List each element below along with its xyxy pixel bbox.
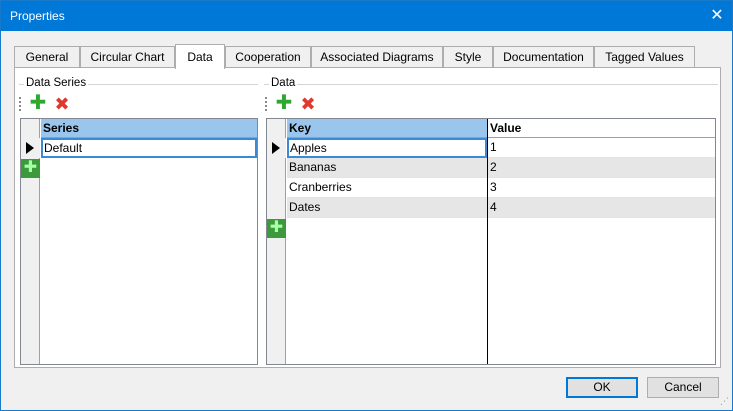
row-arrow-icon: [26, 142, 34, 154]
series-toolbar: ✚ ✖: [19, 93, 79, 114]
data-series-group-title: Data Series: [24, 77, 89, 89]
key-cell[interactable]: Apples: [287, 138, 487, 158]
tab-general[interactable]: General: [14, 46, 80, 68]
data-grid[interactable]: Key Value Apples 1 Bananas 2 Cranberries…: [266, 118, 716, 365]
value-column-header[interactable]: Value: [488, 119, 715, 138]
key-column-header[interactable]: Key: [287, 119, 487, 138]
delete-data-x-icon[interactable]: ✖: [299, 95, 317, 113]
properties-dialog: Properties ✕ General Circular Chart Data…: [0, 0, 733, 411]
cancel-button[interactable]: Cancel: [647, 377, 719, 398]
resize-grip-icon[interactable]: ⋰: [720, 396, 729, 407]
key-cell[interactable]: Dates: [287, 198, 487, 218]
series-column-header[interactable]: Series: [41, 119, 257, 138]
new-row-plus-icon[interactable]: ✚: [21, 159, 40, 178]
close-icon[interactable]: ✕: [702, 1, 732, 31]
tab-style[interactable]: Style: [443, 46, 493, 68]
key-cell[interactable]: Cranberries: [287, 178, 487, 198]
data-group-title: Data: [269, 77, 298, 89]
tab-cooperation[interactable]: Cooperation: [225, 46, 311, 68]
title-bar: Properties ✕: [1, 1, 732, 31]
value-cell[interactable]: 3: [488, 178, 715, 198]
value-cell[interactable]: 2: [488, 158, 715, 178]
tab-tagged-values[interactable]: Tagged Values: [594, 46, 695, 68]
new-row-plus-icon[interactable]: ✚: [267, 219, 286, 238]
ok-button[interactable]: OK: [566, 377, 638, 398]
current-row-indicator: [21, 138, 40, 158]
current-row-indicator: [267, 138, 286, 158]
value-cell[interactable]: 1: [488, 138, 715, 158]
delete-series-x-icon[interactable]: ✖: [53, 95, 71, 113]
add-series-plus-icon[interactable]: ✚: [29, 93, 47, 113]
tab-data[interactable]: Data: [175, 44, 225, 69]
window-title: Properties: [10, 9, 65, 23]
series-cell[interactable]: Default: [41, 138, 257, 158]
data-toolbar: ✚ ✖: [265, 93, 325, 114]
value-cell[interactable]: 4: [488, 198, 715, 218]
tab-associated-diagrams[interactable]: Associated Diagrams: [311, 46, 443, 68]
add-data-plus-icon[interactable]: ✚: [275, 93, 293, 113]
group-divider: [264, 84, 718, 85]
series-grid[interactable]: Series Default ✚: [20, 118, 258, 365]
toolbar-grip: [19, 97, 21, 111]
tab-circular-chart[interactable]: Circular Chart: [80, 46, 175, 68]
data-tab-panel: Data Series ✚ ✖ Series Default ✚ Data ✚ …: [14, 67, 721, 368]
tab-documentation[interactable]: Documentation: [493, 46, 594, 68]
row-arrow-icon: [272, 142, 280, 154]
toolbar-grip: [265, 97, 267, 111]
key-cell[interactable]: Bananas: [287, 158, 487, 178]
